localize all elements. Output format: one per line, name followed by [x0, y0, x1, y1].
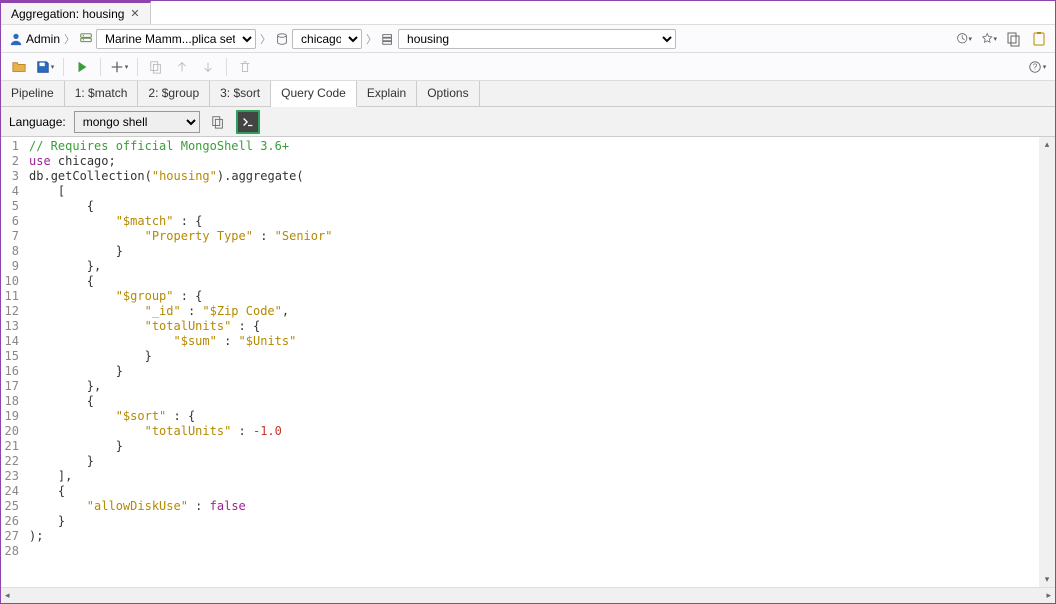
server-icon	[79, 32, 93, 46]
language-bar: Language: mongo shell	[1, 107, 1055, 137]
server-select[interactable]: Marine Mamm...plica set]	[96, 29, 256, 49]
document-tab-bar: Aggregation: housing ✕	[1, 1, 1055, 25]
duplicate-icon[interactable]	[144, 56, 168, 78]
tab-title: Aggregation: housing	[11, 7, 124, 21]
document-tab[interactable]: Aggregation: housing ✕	[1, 1, 151, 24]
pipeline-tab[interactable]: 3: $sort	[210, 81, 271, 106]
save-icon[interactable]: ▾	[33, 56, 57, 78]
scroll-up-icon[interactable]: ▴	[1043, 137, 1052, 152]
collection-icon	[381, 32, 395, 46]
favorite-icon[interactable]: ▾	[981, 31, 997, 47]
pipeline-tab[interactable]: Explain	[357, 81, 417, 106]
user-icon	[9, 32, 23, 46]
pipeline-tab[interactable]: 1: $match	[65, 81, 139, 106]
chevron-right-icon: 〉	[366, 31, 377, 47]
scroll-left-icon[interactable]: ◂	[1, 588, 14, 603]
paste-panel-icon[interactable]	[1031, 31, 1047, 47]
code-content[interactable]: // Requires official MongoShell 3.6+use …	[25, 137, 1039, 587]
line-gutter: 1234567891011121314151617181920212223242…	[1, 137, 25, 587]
copy-panel-icon[interactable]	[1006, 31, 1022, 47]
collection-select[interactable]: housing	[398, 29, 676, 49]
close-icon[interactable]: ✕	[130, 7, 139, 20]
move-down-icon[interactable]	[196, 56, 220, 78]
main-toolbar: ▾ ▾ ?▾	[1, 53, 1055, 81]
open-folder-icon[interactable]	[7, 56, 31, 78]
pipeline-tab[interactable]: 2: $group	[138, 81, 210, 106]
pipeline-tab[interactable]: Options	[417, 81, 479, 106]
vertical-scrollbar[interactable]: ▴ ▾	[1039, 137, 1055, 587]
open-in-shell-icon[interactable]	[236, 110, 260, 134]
svg-text:?: ?	[1033, 62, 1038, 71]
pipeline-tab[interactable]: Pipeline	[1, 81, 65, 106]
chevron-right-icon: 〉	[64, 31, 75, 47]
pipeline-tabs: Pipeline1: $match2: $group3: $sortQuery …	[1, 81, 1055, 107]
language-label: Language:	[9, 115, 66, 129]
user-label: Admin	[26, 32, 60, 46]
move-up-icon[interactable]	[170, 56, 194, 78]
language-select[interactable]: mongo shell	[74, 111, 200, 133]
run-icon[interactable]	[70, 56, 94, 78]
pipeline-tab[interactable]: Query Code	[271, 81, 357, 107]
breadcrumb: Admin 〉 Marine Mamm...plica set] 〉 chica…	[1, 25, 1055, 53]
scroll-right-icon[interactable]: ▸	[1042, 588, 1055, 603]
delete-icon[interactable]	[233, 56, 257, 78]
horizontal-scrollbar[interactable]: ◂ ▸	[1, 587, 1055, 603]
copy-code-icon[interactable]	[208, 112, 228, 132]
history-icon[interactable]: ▾	[956, 31, 972, 47]
scroll-down-icon[interactable]: ▾	[1043, 572, 1052, 587]
add-icon[interactable]: ▾	[107, 56, 131, 78]
help-icon[interactable]: ?▾	[1025, 56, 1049, 78]
code-editor[interactable]: 1234567891011121314151617181920212223242…	[1, 137, 1055, 587]
chevron-right-icon: 〉	[260, 31, 271, 47]
database-icon	[275, 32, 289, 46]
database-select[interactable]: chicago	[292, 29, 362, 49]
